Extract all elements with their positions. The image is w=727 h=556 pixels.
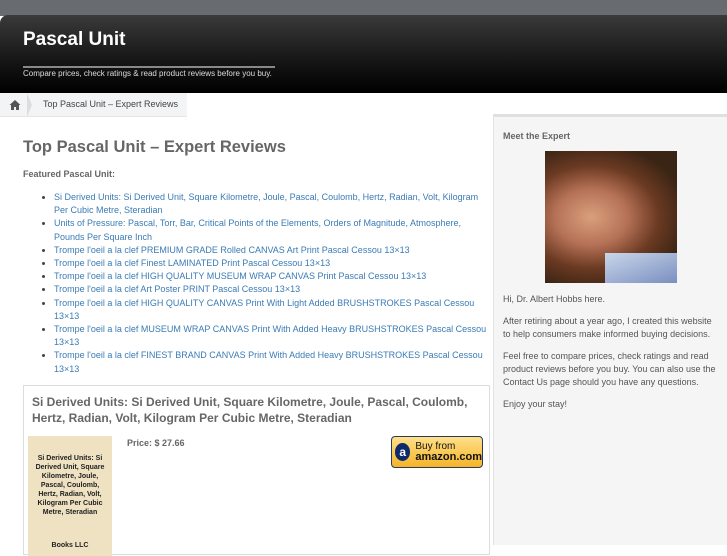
product-link[interactable]: Trompe l'oeil a la clef FINEST BRAND CAN… [54, 350, 483, 373]
product-cover-image[interactable]: Si Derived Units: Si Derived Unit, Squar… [28, 436, 112, 556]
expert-photo [545, 151, 677, 283]
list-item: Trompe l'oeil a la clef HIGH QUALITY MUS… [54, 270, 488, 283]
list-item: Units of Pressure: Pascal, Torr, Bar, Cr… [54, 217, 488, 243]
sidebar-text: Hi, Dr. Albert Hobbs here. [503, 294, 606, 304]
breadcrumb-separator [27, 93, 32, 117]
featured-label: Featured Pascal Unit: [23, 169, 116, 179]
list-item: Trompe l'oeil a la clef Finest LAMINATED… [54, 257, 488, 270]
breadcrumb-current: Top Pascal Unit – Expert Reviews [43, 99, 179, 109]
list-item: Si Derived Units: Si Derived Unit, Squar… [54, 191, 488, 217]
list-item: Trompe l'oeil a la clef Art Poster PRINT… [54, 283, 488, 296]
amazon-logo-icon: a [395, 443, 411, 461]
product-price: Price: $ 27.66 [127, 438, 185, 448]
product-link[interactable]: Trompe l'oeil a la clef Finest LAMINATED… [54, 258, 330, 268]
cover-publisher: Books LLC [51, 542, 89, 549]
site-title[interactable]: Pascal Unit [23, 29, 125, 51]
list-item: Trompe l'oeil a la clef PREMIUM GRADE Ro… [54, 244, 488, 257]
buy-from-amazon-button[interactable]: a Buy from amazon.com [391, 436, 483, 468]
list-item: Trompe l'oeil a la clef MUSEUM WRAP CANV… [54, 323, 488, 349]
page-title: Top Pascal Unit – Expert Reviews [23, 138, 286, 156]
product-title[interactable]: Si Derived Units: Si Derived Unit, Squar… [32, 394, 481, 426]
product-link[interactable]: Trompe l'oeil a la clef Art Poster PRINT… [54, 284, 300, 294]
featured-list: Si Derived Units: Si Derived Unit, Squar… [54, 191, 488, 376]
product-link[interactable]: Trompe l'oeil a la clef HIGH QUALITY MUS… [54, 271, 426, 281]
site-header [0, 15, 727, 93]
main-content: Top Pascal Unit – Expert Reviews Feature… [23, 138, 488, 376]
sidebar-text: After retiring about a year ago, I creat… [503, 316, 712, 339]
sidebar-title: Meet the Expert [503, 131, 571, 141]
product-link[interactable]: Si Derived Units: Si Derived Unit, Squar… [54, 192, 478, 215]
breadcrumb: Top Pascal Unit – Expert Reviews [0, 93, 187, 117]
product-card: Si Derived Units: Si Derived Unit, Squar… [23, 385, 490, 556]
buy-line2: amazon.com [415, 450, 482, 463]
site-tagline: Compare prices, check ratings & read pro… [23, 66, 275, 78]
home-icon[interactable] [9, 99, 21, 111]
top-bar [0, 0, 727, 16]
product-link[interactable]: Trompe l'oeil a la clef PREMIUM GRADE Ro… [54, 245, 410, 255]
list-item: Trompe l'oeil a la clef HIGH QUALITY CAN… [54, 297, 488, 323]
list-item: Trompe l'oeil a la clef FINEST BRAND CAN… [54, 349, 488, 375]
product-link[interactable]: Trompe l'oeil a la clef MUSEUM WRAP CANV… [54, 324, 486, 347]
sidebar-text: Enjoy your stay! [503, 399, 568, 409]
product-link[interactable]: Units of Pressure: Pascal, Torr, Bar, Cr… [54, 218, 461, 241]
sidebar-text: Feel free to compare prices, check ratin… [503, 351, 716, 387]
cover-title: Si Derived Units: Si Derived Unit, Squar… [35, 455, 105, 516]
sidebar: Meet the Expert Hi, Dr. Albert Hobbs her… [493, 114, 727, 545]
product-link[interactable]: Trompe l'oeil a la clef HIGH QUALITY CAN… [54, 298, 474, 321]
